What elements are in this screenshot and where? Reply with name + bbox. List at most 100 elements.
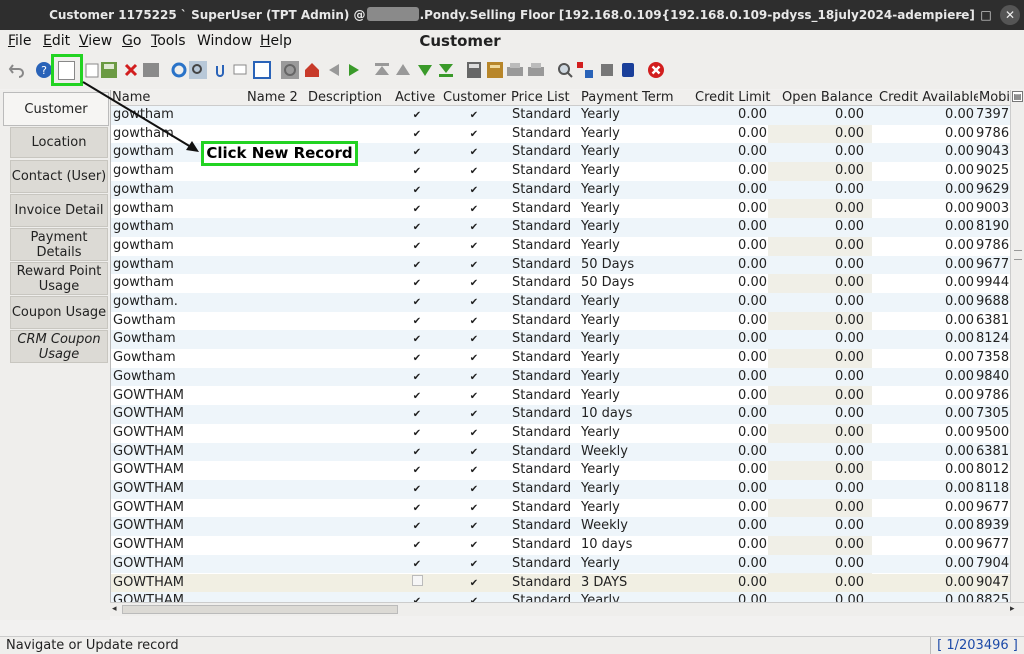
table-row[interactable]: GOWTHAM ✔ ✔ Standard Yearly 0.00 0.00 0.00 8012 — [111, 461, 1010, 480]
cell-avail[interactable]: 0.00 — [865, 256, 975, 274]
cell-pricelist[interactable]: Standard — [512, 256, 578, 274]
cell-mobile[interactable]: 6381 — [976, 312, 1010, 330]
cell-mobile[interactable]: 8118 — [976, 480, 1010, 498]
cell-open[interactable]: 0.00 — [772, 181, 865, 199]
tab-location[interactable]: Location — [10, 127, 108, 158]
cell-pricelist[interactable]: Standard — [512, 574, 578, 592]
cell-name[interactable]: GOWTHAM — [113, 536, 246, 554]
home-icon[interactable] — [303, 61, 321, 79]
header-open-balance[interactable]: Open Balance — [781, 90, 873, 106]
cell-limit[interactable]: 0.00 — [684, 125, 768, 143]
cell-term[interactable]: Yearly — [581, 349, 681, 367]
customer-checkbox[interactable]: ✔ — [444, 574, 504, 592]
attachment-icon[interactable] — [212, 61, 230, 79]
cell-mobile[interactable]: 9677 — [976, 256, 1010, 274]
cell-open[interactable]: 0.00 — [772, 387, 865, 405]
new-record-icon[interactable] — [58, 61, 75, 80]
customer-checkbox[interactable]: ✔ — [444, 555, 504, 573]
cell-open[interactable]: 0.00 — [772, 461, 865, 479]
cell-avail[interactable]: 0.00 — [865, 218, 975, 236]
cell-open[interactable]: 0.00 — [772, 330, 865, 348]
active-checkbox[interactable]: ✔ — [394, 293, 440, 311]
refresh-icon[interactable] — [170, 61, 188, 79]
cell-pricelist[interactable]: Standard — [512, 330, 578, 348]
cell-term[interactable]: 10 days — [581, 536, 681, 554]
table-row[interactable]: gowtham ✔ ✔ Standard Yearly 0.00 0.00 0.00 9786 — [111, 237, 1010, 256]
active-checkbox[interactable]: ✔ — [394, 125, 440, 143]
cell-term[interactable]: Yearly — [581, 200, 681, 218]
customer-checkbox[interactable]: ✔ — [444, 499, 504, 517]
header-payment-term[interactable]: Payment Term — [580, 90, 684, 106]
table-row[interactable]: gowtham ✔ ✔ Standard 50 Days 0.00 0.00 0.00 9677 — [111, 255, 1010, 275]
header-credit-limit[interactable]: Credit Limit — [694, 90, 772, 106]
cell-limit[interactable]: 0.00 — [684, 592, 768, 602]
table-row[interactable]: GOWTHAM ✔ ✔ Standard Yearly 0.00 0.00 0.00 9786 — [111, 387, 1010, 406]
minimize-button[interactable]: – — [952, 7, 968, 23]
cell-mobile[interactable]: 9677 — [976, 536, 1010, 554]
table-row[interactable]: gowtham ✔ ✔ Standard Yearly 0.00 0.00 0.00 9003 — [111, 200, 1010, 219]
active-checkbox[interactable]: ✔ — [394, 274, 440, 292]
cell-pricelist[interactable]: Standard — [512, 274, 578, 292]
cell-open[interactable]: 0.00 — [772, 443, 865, 461]
cell-avail[interactable]: 0.00 — [865, 368, 975, 386]
horizontal-scrollbar[interactable]: ◂ ▸ — [110, 602, 1024, 616]
last-record-icon[interactable] — [437, 61, 455, 79]
cell-limit[interactable]: 0.00 — [684, 312, 768, 330]
active-checkbox[interactable]: ✔ — [394, 592, 440, 602]
table-row[interactable]: gowtham ✔ ✔ Standard Yearly 0.00 0.00 0.00 8190 — [111, 218, 1010, 237]
cell-mobile[interactable]: 9944 — [976, 274, 1010, 292]
grid-toggle-icon[interactable] — [253, 61, 271, 79]
cell-pricelist[interactable]: Standard — [512, 555, 578, 573]
cell-name[interactable]: GOWTHAM — [113, 499, 246, 517]
header-customer[interactable]: Customer — [442, 90, 510, 106]
cell-term[interactable]: Weekly — [581, 517, 681, 535]
cell-avail[interactable]: 0.00 — [865, 536, 975, 554]
product-info-icon[interactable] — [598, 61, 616, 79]
cell-limit[interactable]: 0.00 — [684, 330, 768, 348]
cell-pricelist[interactable]: Standard — [512, 181, 578, 199]
active-checkbox[interactable]: ✔ — [394, 461, 440, 479]
active-checkbox[interactable]: ✔ — [394, 499, 440, 517]
cell-term[interactable]: Yearly — [581, 106, 681, 124]
cell-open[interactable]: 0.00 — [772, 480, 865, 498]
active-checkbox[interactable]: ✔ — [394, 218, 440, 236]
cell-open[interactable]: 0.00 — [772, 536, 865, 554]
table-row[interactable]: GOWTHAM ✔ Standard 3 DAYS 0.00 0.00 0.00 9047 — [111, 573, 1010, 593]
cell-avail[interactable]: 0.00 — [865, 424, 975, 442]
cell-open[interactable]: 0.00 — [772, 592, 865, 602]
cell-avail[interactable]: 0.00 — [865, 293, 975, 311]
column-chooser-icon[interactable]: ▤ — [1012, 91, 1023, 102]
print-icon[interactable] — [527, 61, 545, 79]
cell-name[interactable]: GOWTHAM — [113, 387, 246, 405]
cell-mobile[interactable]: 7904 — [976, 555, 1010, 573]
cell-term[interactable]: Yearly — [581, 387, 681, 405]
tab-invoice-detail[interactable]: Invoice Detail — [10, 194, 108, 227]
cell-name[interactable]: GOWTHAM — [113, 461, 246, 479]
cell-open[interactable]: 0.00 — [772, 125, 865, 143]
cell-term[interactable]: Yearly — [581, 237, 681, 255]
customer-checkbox[interactable]: ✔ — [444, 106, 504, 124]
cell-limit[interactable]: 0.00 — [684, 181, 768, 199]
cell-avail[interactable]: 0.00 — [865, 499, 975, 517]
customer-checkbox[interactable]: ✔ — [444, 536, 504, 554]
cell-avail[interactable]: 0.00 — [865, 106, 975, 124]
cell-avail[interactable]: 0.00 — [865, 517, 975, 535]
customer-checkbox[interactable]: ✔ — [444, 424, 504, 442]
cell-term[interactable]: Yearly — [581, 368, 681, 386]
delete-icon[interactable] — [122, 61, 140, 79]
chat-icon[interactable] — [232, 61, 250, 79]
cell-open[interactable]: 0.00 — [772, 405, 865, 423]
cell-pricelist[interactable]: Standard — [512, 592, 578, 602]
customer-checkbox[interactable]: ✔ — [444, 162, 504, 180]
cell-term[interactable]: 50 Days — [581, 256, 681, 274]
menu-view[interactable]: View — [79, 33, 112, 49]
cell-mobile[interactable]: 8012 — [976, 461, 1010, 479]
cell-avail[interactable]: 0.00 — [865, 480, 975, 498]
detail-record-icon[interactable] — [345, 61, 363, 79]
cell-pricelist[interactable]: Standard — [512, 368, 578, 386]
cell-pricelist[interactable]: Standard — [512, 499, 578, 517]
cell-open[interactable]: 0.00 — [772, 143, 865, 161]
cell-pricelist[interactable]: Standard — [512, 143, 578, 161]
table-row[interactable]: Gowtham ✔ ✔ Standard Yearly 0.00 0.00 0.00 6381 — [111, 312, 1010, 331]
cell-avail[interactable]: 0.00 — [865, 349, 975, 367]
